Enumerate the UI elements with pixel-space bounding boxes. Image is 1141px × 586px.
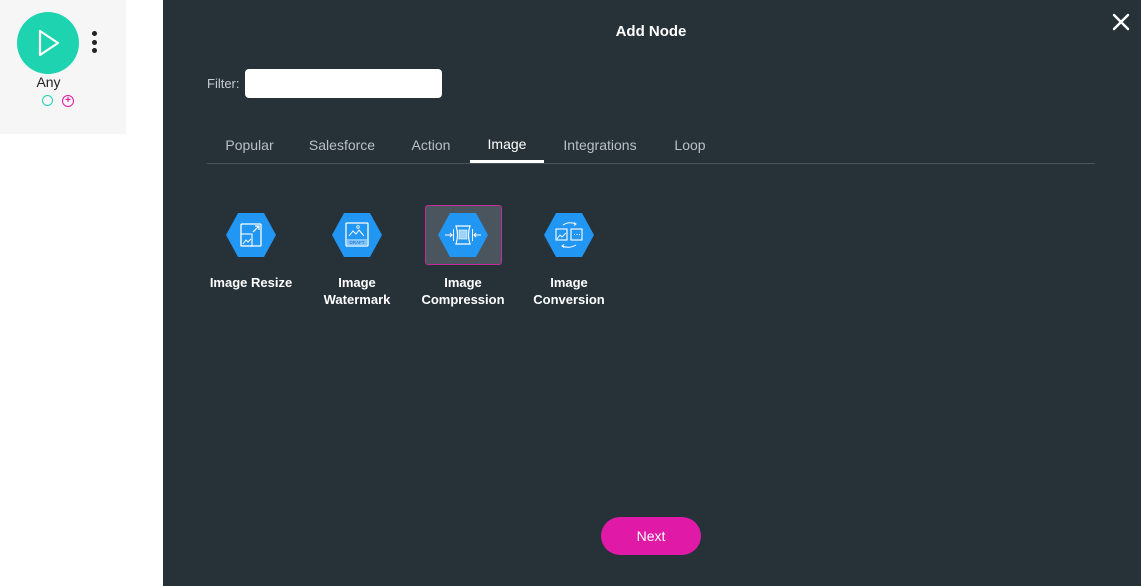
tab-image[interactable]: Image [470,126,544,163]
kebab-menu-icon[interactable] [88,31,100,53]
tab-salesforce[interactable]: Salesforce [292,126,392,163]
node-tile-image-resize[interactable]: Image Resize [206,205,296,291]
node-tile-label-line2: Compression [421,292,505,307]
plus-circle-icon[interactable]: + [62,95,74,107]
start-node-button[interactable] [17,12,79,74]
tab-popular[interactable]: Popular [207,126,292,163]
filter-input[interactable] [245,69,442,98]
image-resize-icon [226,213,276,257]
node-tile-label: Image Watermark [312,274,402,308]
node-label: Any [36,74,61,90]
modal-title: Add Node [615,23,687,40]
node-tile-image-conversion[interactable]: Image Conversion [524,205,614,308]
tab-action[interactable]: Action [392,126,470,163]
node-tile-label-line1: Image [550,275,588,290]
svg-text:DRAFT: DRAFT [350,240,365,245]
node-tile-label: Image Conversion [524,274,614,308]
start-node[interactable]: Any + [0,0,126,134]
node-tile-label: Image Compression [418,274,508,308]
image-conversion-icon [544,213,594,257]
node-tile-label-line1: Image [444,275,482,290]
node-tile-label-line1: Image [338,275,376,290]
node-tile-image-compression[interactable]: Image Compression [418,205,508,308]
node-tile-label-line2: Conversion [533,292,605,307]
node-tile-label-line2: Watermark [323,292,391,307]
tab-loop[interactable]: Loop [656,126,724,163]
node-tile-image-watermark[interactable]: DRAFT Image Watermark [312,205,402,308]
tab-integrations[interactable]: Integrations [544,126,656,163]
close-icon[interactable] [1111,12,1131,32]
filter-label: Filter: [207,76,240,91]
node-tile-label: Image Resize [209,275,293,290]
circle-port-icon[interactable] [42,95,53,106]
image-compression-icon [438,213,488,257]
next-button[interactable]: Next [601,517,701,555]
play-icon [38,29,60,57]
image-watermark-icon: DRAFT [332,213,382,257]
category-tabs: Popular Salesforce Action Image Integrat… [207,126,1095,164]
add-node-modal: Add Node Filter: Popular Salesforce Acti… [163,0,1141,586]
